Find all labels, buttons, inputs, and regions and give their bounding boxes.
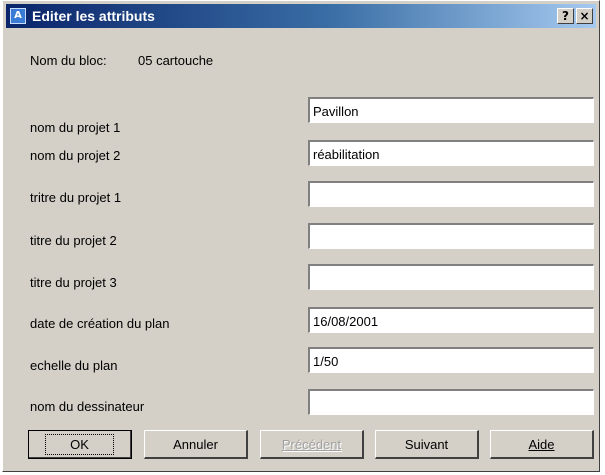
field-input-dessinateur[interactable] <box>308 389 594 415</box>
cancel-button[interactable]: Annuler <box>144 430 248 459</box>
field-input-nom-projet-1[interactable] <box>308 97 594 123</box>
block-name-label: Nom du bloc: <box>30 53 107 68</box>
cancel-button-label: Annuler <box>173 436 218 452</box>
field-label-titre-projet-1: tritre du projet 1 <box>30 190 122 205</box>
field-label-dessinateur: nom du dessinateur <box>30 399 145 414</box>
help-icon[interactable]: ? <box>557 8 574 24</box>
field-input-echelle[interactable] <box>308 347 594 373</box>
help-button-label: Aide <box>528 436 555 452</box>
field-label-titre-projet-3: titre du projet 3 <box>30 275 117 290</box>
field-label-nom-projet-1: nom du projet 1 <box>30 120 121 135</box>
dialog-title: Editer les attributs <box>32 8 155 24</box>
edit-attributes-dialog: A Editer les attributs ? × Nom du bloc: … <box>2 0 600 472</box>
title-bar[interactable]: A Editer les attributs ? × <box>6 4 596 28</box>
field-input-titre-projet-2[interactable] <box>308 223 594 249</box>
help-button[interactable]: Aide <box>490 430 594 459</box>
close-icon[interactable]: × <box>576 8 593 24</box>
previous-button[interactable]: Précédent <box>260 430 364 459</box>
next-button-label: Suivant <box>404 436 449 452</box>
field-label-echelle: echelle du plan <box>30 358 118 373</box>
field-input-titre-projet-1[interactable] <box>308 181 594 207</box>
block-name-value: 05 cartouche <box>138 53 214 68</box>
field-label-nom-projet-2: nom du projet 2 <box>30 148 121 163</box>
ok-button[interactable]: OK <box>28 430 132 459</box>
previous-button-label: Précédent <box>281 436 342 452</box>
field-input-titre-projet-3[interactable] <box>308 264 594 290</box>
field-label-date-creation: date de création du plan <box>30 316 170 331</box>
field-label-titre-projet-2: titre du projet 2 <box>30 233 117 248</box>
field-input-date-creation[interactable] <box>308 307 594 333</box>
ok-button-label: OK <box>45 433 114 455</box>
block-name-row: Nom du bloc: 05 cartouche <box>30 53 213 68</box>
field-input-nom-projet-2[interactable] <box>308 140 594 166</box>
app-icon: A <box>10 8 26 24</box>
next-button[interactable]: Suivant <box>375 430 479 459</box>
